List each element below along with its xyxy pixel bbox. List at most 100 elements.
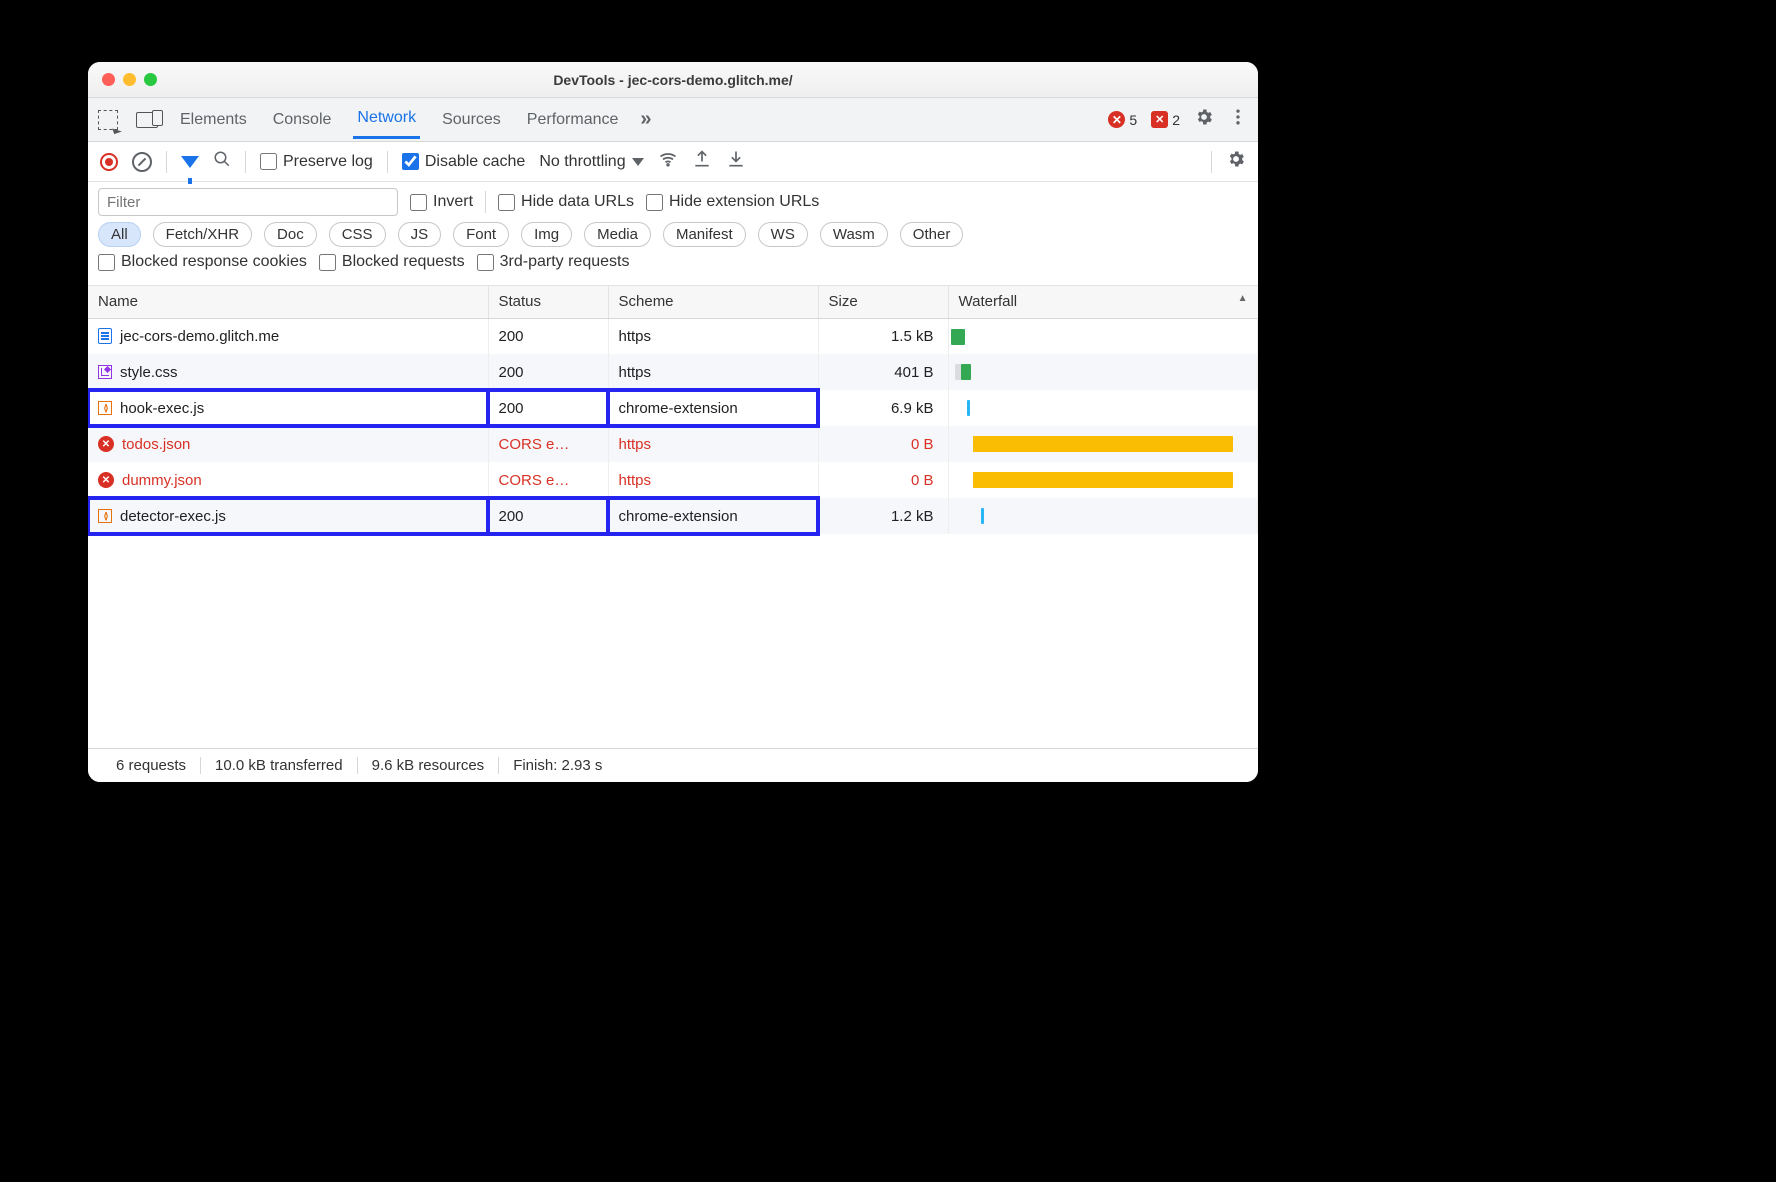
- type-filter-ws[interactable]: WS: [758, 222, 808, 247]
- more-tabs-icon[interactable]: »: [640, 108, 651, 131]
- request-size: 0 B: [818, 462, 948, 498]
- request-name: todos.json: [122, 436, 190, 453]
- type-filter-all[interactable]: All: [98, 222, 141, 247]
- tab-performance[interactable]: Performance: [523, 102, 623, 138]
- col-name[interactable]: Name: [88, 286, 488, 318]
- clear-button[interactable]: [132, 152, 152, 172]
- hide-extension-urls-checkbox[interactable]: Hide extension URLs: [646, 193, 819, 211]
- requests-table[interactable]: Name Status Scheme Size Waterfall jec-co…: [88, 286, 1258, 748]
- throttling-value: No throttling: [539, 153, 625, 171]
- filter-icon[interactable]: [181, 156, 199, 168]
- type-filter-other[interactable]: Other: [900, 222, 964, 247]
- export-har-icon[interactable]: [692, 149, 712, 174]
- request-name: style.css: [120, 364, 178, 381]
- status-transferred: 10.0 kB transferred: [200, 757, 357, 774]
- col-scheme[interactable]: Scheme: [608, 286, 818, 318]
- tab-network[interactable]: Network: [353, 100, 420, 139]
- throttling-select[interactable]: No throttling: [539, 153, 643, 171]
- issues-count: 2: [1172, 112, 1180, 128]
- devtools-window: DevTools - jec-cors-demo.glitch.me/ Elem…: [88, 62, 1258, 782]
- separator: [1211, 151, 1212, 173]
- type-filter-doc[interactable]: Doc: [264, 222, 317, 247]
- request-scheme: https: [608, 462, 818, 498]
- tab-elements[interactable]: Elements: [176, 102, 251, 138]
- css-file-icon: [98, 365, 112, 379]
- traffic-lights: [102, 73, 157, 86]
- request-row[interactable]: hook-exec.js200chrome-extension6.9 kB: [88, 390, 1258, 426]
- tab-sources[interactable]: Sources: [438, 102, 505, 138]
- invert-checkbox[interactable]: Invert: [410, 193, 473, 211]
- request-name: hook-exec.js: [120, 400, 204, 417]
- request-waterfall: [948, 498, 1258, 534]
- request-name: detector-exec.js: [120, 508, 226, 525]
- request-scheme: https: [608, 318, 818, 354]
- col-status[interactable]: Status: [488, 286, 608, 318]
- inspect-element-icon[interactable]: [98, 110, 118, 130]
- request-row[interactable]: jec-cors-demo.glitch.me 200https1.5 kB: [88, 318, 1258, 354]
- kebab-menu-icon[interactable]: [1228, 107, 1248, 132]
- type-filter-img[interactable]: Img: [521, 222, 572, 247]
- col-size[interactable]: Size: [818, 286, 948, 318]
- request-size: 401 B: [818, 354, 948, 390]
- type-filter-js[interactable]: JS: [398, 222, 442, 247]
- type-filter-fetchxhr[interactable]: Fetch/XHR: [153, 222, 252, 247]
- request-row[interactable]: todos.jsonCORS e…https0 B: [88, 426, 1258, 462]
- request-waterfall: [948, 390, 1258, 426]
- network-settings-icon[interactable]: [1226, 149, 1246, 174]
- status-finish: Finish: 2.93 s: [498, 757, 616, 774]
- network-conditions-icon[interactable]: [658, 149, 678, 174]
- request-status: 200: [488, 318, 608, 354]
- disable-cache-checkbox[interactable]: Disable cache: [402, 153, 526, 171]
- type-filter-css[interactable]: CSS: [329, 222, 386, 247]
- errors-badge[interactable]: ✕ 5: [1108, 111, 1137, 128]
- type-filter-manifest[interactable]: Manifest: [663, 222, 746, 247]
- titlebar: DevTools - jec-cors-demo.glitch.me/: [88, 62, 1258, 98]
- type-filter-wasm[interactable]: Wasm: [820, 222, 888, 247]
- hide-data-urls-checkbox[interactable]: Hide data URLs: [498, 193, 634, 211]
- request-waterfall: [948, 318, 1258, 354]
- minimize-window-button[interactable]: [123, 73, 136, 86]
- separator: [387, 151, 388, 173]
- search-icon[interactable]: [213, 150, 231, 173]
- preserve-log-checkbox[interactable]: Preserve log: [260, 153, 373, 171]
- type-filter-media[interactable]: Media: [584, 222, 651, 247]
- panel-tabs: Elements Console Network Sources Performance…: [88, 98, 1258, 142]
- filter-input[interactable]: [98, 188, 398, 216]
- disable-cache-input[interactable]: [402, 153, 419, 170]
- col-waterfall[interactable]: Waterfall: [948, 286, 1258, 318]
- request-row[interactable]: style.css200https401 B: [88, 354, 1258, 390]
- status-requests: 6 requests: [102, 757, 200, 774]
- record-button[interactable]: [100, 153, 118, 171]
- zoom-window-button[interactable]: [144, 73, 157, 86]
- request-size: 1.5 kB: [818, 318, 948, 354]
- errors-count: 5: [1129, 112, 1137, 128]
- request-waterfall: [948, 462, 1258, 498]
- close-window-button[interactable]: [102, 73, 115, 86]
- request-scheme: https: [608, 426, 818, 462]
- device-toolbar-icon[interactable]: [136, 112, 158, 128]
- separator: [166, 151, 167, 173]
- issues-badge[interactable]: ✕ 2: [1151, 111, 1180, 128]
- settings-icon[interactable]: [1194, 107, 1214, 132]
- request-size: 6.9 kB: [818, 390, 948, 426]
- window-title: DevTools - jec-cors-demo.glitch.me/: [88, 72, 1258, 88]
- request-row[interactable]: dummy.jsonCORS e…https0 B: [88, 462, 1258, 498]
- request-row[interactable]: detector-exec.js200chrome-extension1.2 k…: [88, 498, 1258, 534]
- request-status: 200: [488, 354, 608, 390]
- import-har-icon[interactable]: [726, 149, 746, 174]
- type-filter-font[interactable]: Font: [453, 222, 509, 247]
- chevron-down-icon: [632, 158, 644, 166]
- doc-file-icon: [98, 328, 112, 344]
- tab-console[interactable]: Console: [269, 102, 336, 138]
- separator: [245, 151, 246, 173]
- network-toolbar: Preserve log Disable cache No throttling: [88, 142, 1258, 182]
- request-name: jec-cors-demo.glitch.me: [120, 328, 279, 345]
- blocked-cookies-checkbox[interactable]: Blocked response cookies: [98, 253, 307, 271]
- preserve-log-input[interactable]: [260, 153, 277, 170]
- third-party-checkbox[interactable]: 3rd-party requests: [477, 253, 630, 271]
- request-scheme: chrome-extension: [608, 390, 818, 426]
- blocked-requests-checkbox[interactable]: Blocked requests: [319, 253, 465, 271]
- request-size: 0 B: [818, 426, 948, 462]
- err-file-icon: [98, 436, 114, 452]
- status-bar: 6 requests 10.0 kB transferred 9.6 kB re…: [88, 748, 1258, 782]
